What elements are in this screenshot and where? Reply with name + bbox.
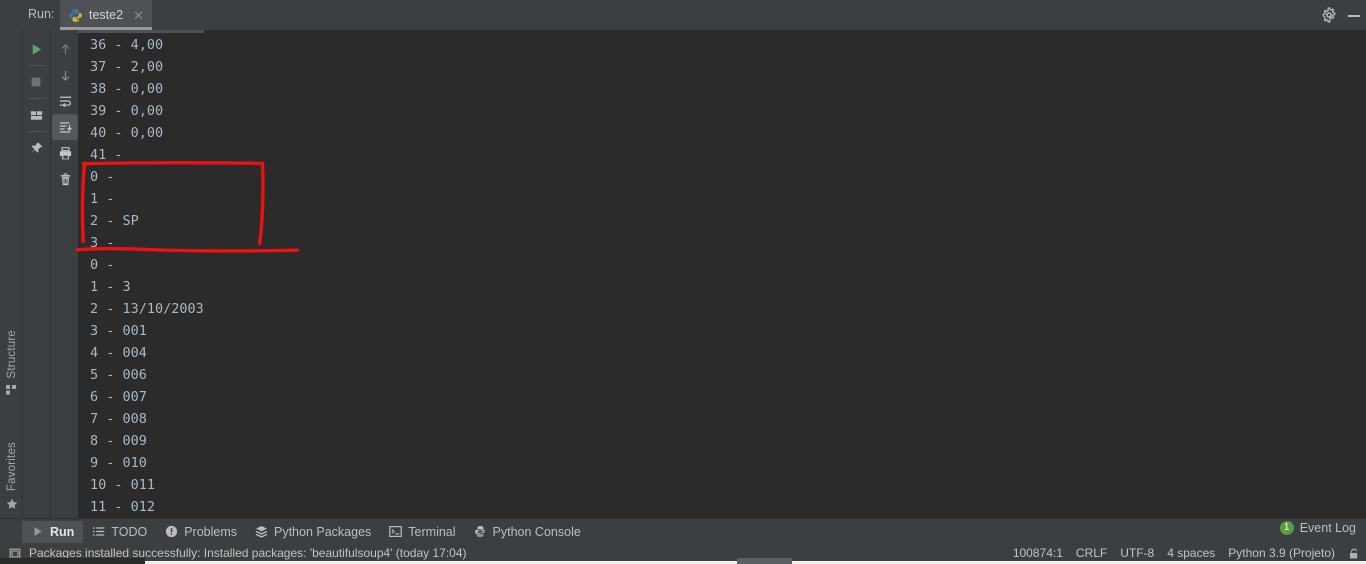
sidebar-item-label: Favorites xyxy=(5,442,18,492)
console-line: 37 - 2,00 xyxy=(90,59,164,75)
event-log-button[interactable]: 1 Event Log xyxy=(1279,521,1356,535)
tab-label: Problems xyxy=(184,524,237,539)
problems-warning-icon xyxy=(165,525,178,538)
status-bar-widgets: 100874:1 CRLF UTF-8 4 spaces Python 3.9 … xyxy=(1013,544,1360,562)
console-line: 2 - SP xyxy=(90,213,139,229)
close-icon[interactable]: ✕ xyxy=(131,9,146,22)
tool-window-left-rail: Structure Favorites xyxy=(0,30,23,526)
caret-position[interactable]: 100874:1 xyxy=(1013,546,1063,560)
tool-window-tab-bar: Run TODO Problems Python Packages Termin… xyxy=(0,518,1366,544)
run-configuration-tab[interactable]: teste2 ✕ xyxy=(60,0,152,30)
console-line: 41 - xyxy=(90,147,123,163)
sidebar-item-label: Structure xyxy=(5,330,18,379)
console-line: 0 - xyxy=(90,257,115,273)
horizontal-scrollbar-thumb[interactable] xyxy=(737,558,792,564)
console-line: 7 - 008 xyxy=(90,411,147,427)
run-configuration-name: teste2 xyxy=(89,8,124,22)
line-separator[interactable]: CRLF xyxy=(1076,546,1107,560)
list-icon xyxy=(92,525,105,538)
python-file-icon xyxy=(68,8,83,23)
console-line: 2 - 13/10/2003 xyxy=(90,301,204,317)
console-line: 4 - 004 xyxy=(90,345,147,361)
terminal-icon xyxy=(389,525,403,538)
minimize-icon[interactable] xyxy=(1346,7,1362,23)
console-line: 0 - xyxy=(90,169,115,185)
console-line: 3 - 001 xyxy=(90,323,147,339)
tab-label: Python Packages xyxy=(274,524,372,539)
packages-layers-icon xyxy=(255,525,268,538)
console-line: 5 - 006 xyxy=(90,367,147,383)
tab-terminal[interactable]: Terminal xyxy=(380,521,464,543)
console-line: 39 - 0,00 xyxy=(90,103,164,119)
console-line: 9 - 010 xyxy=(90,455,147,471)
console-line: 36 - 4,00 xyxy=(90,37,164,53)
console-line: 8 - 009 xyxy=(90,433,147,449)
up-stack-trace-button[interactable] xyxy=(52,36,78,62)
console-line: 3 - xyxy=(90,235,115,251)
scroll-to-end-button[interactable] xyxy=(52,114,78,140)
tab-problems[interactable]: Problems xyxy=(156,521,246,543)
soft-wrap-button[interactable] xyxy=(52,88,78,114)
tab-run[interactable]: Run xyxy=(22,520,84,543)
console-line: 40 - 0,00 xyxy=(90,125,164,141)
toolbar-divider xyxy=(27,65,46,66)
event-log-badge: 1 xyxy=(1279,521,1294,535)
run-window-label: Run: xyxy=(28,7,55,21)
event-log-label: Event Log xyxy=(1299,521,1356,535)
tab-label: TODO xyxy=(111,524,148,539)
tab-python-packages[interactable]: Python Packages xyxy=(246,521,380,543)
python-interpreter[interactable]: Python 3.9 (Projeto) xyxy=(1228,546,1335,560)
run-window-header: Run: teste2 ✕ xyxy=(0,0,1366,30)
gear-icon[interactable] xyxy=(1321,7,1337,23)
toolbar-divider xyxy=(27,131,46,132)
sidebar-item-structure[interactable]: Structure xyxy=(0,330,23,395)
console-line: 11 - 012 xyxy=(90,499,156,515)
down-stack-trace-button[interactable] xyxy=(52,62,78,88)
window-bottom-edge-left xyxy=(0,558,145,564)
clear-all-button[interactable] xyxy=(52,166,78,192)
layout-button[interactable] xyxy=(23,102,49,128)
pin-tab-button[interactable] xyxy=(23,135,49,161)
console-line: 10 - 011 xyxy=(90,477,156,493)
structure-grid-icon xyxy=(6,382,17,395)
run-configuration-tab-strip: teste2 ✕ xyxy=(60,0,152,30)
print-button[interactable] xyxy=(52,140,78,166)
run-toolbar-secondary xyxy=(50,30,78,526)
stop-button[interactable] xyxy=(23,69,49,95)
file-encoding[interactable]: UTF-8 xyxy=(1120,546,1154,560)
tab-label: Terminal xyxy=(408,524,456,539)
unlocked-padlock-icon[interactable] xyxy=(1348,547,1360,560)
pycharm-run-window: Run: teste2 ✕ Structure Favorites 36 - 4… xyxy=(0,0,1366,564)
indent-setting[interactable]: 4 spaces xyxy=(1167,546,1215,560)
tab-python-console[interactable]: Python Console xyxy=(465,521,590,543)
console-line: 38 - 0,00 xyxy=(90,81,164,97)
tab-todo[interactable]: TODO xyxy=(83,521,156,543)
console-top-accent xyxy=(78,30,204,33)
run-play-icon xyxy=(31,525,44,538)
python-console-icon xyxy=(474,525,487,538)
run-toolbar-primary xyxy=(23,30,50,526)
run-console-output[interactable]: 36 - 4,00 37 - 2,00 38 - 0,00 39 - 0,00 … xyxy=(78,30,1366,518)
console-line: 1 - 3 xyxy=(90,279,131,295)
star-icon xyxy=(6,497,18,509)
console-line: 6 - 007 xyxy=(90,389,147,405)
toolbar-divider xyxy=(27,98,46,99)
rerun-button[interactable] xyxy=(23,36,49,62)
tab-label: Run xyxy=(50,524,75,539)
console-line: 1 - xyxy=(90,191,115,207)
sidebar-item-favorites[interactable]: Favorites xyxy=(0,442,23,509)
tab-label: Python Console xyxy=(492,524,581,539)
